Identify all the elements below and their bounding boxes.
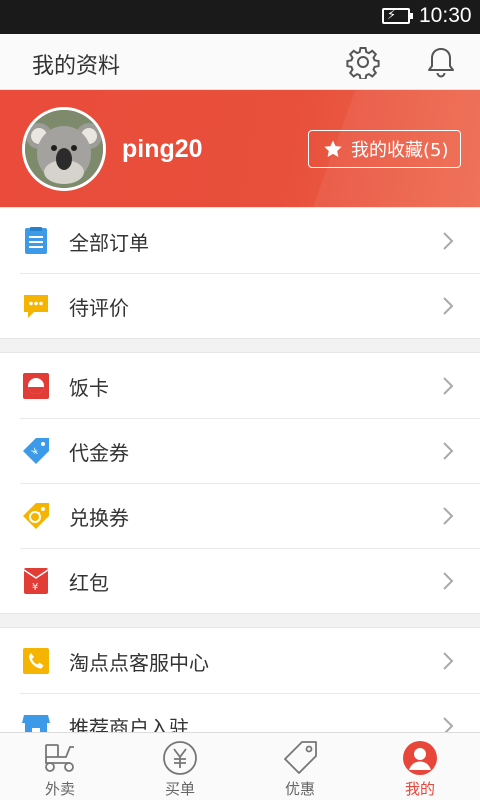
menu-item-pending-reviews[interactable]: 待评价	[0, 273, 480, 338]
yuan-icon	[163, 741, 197, 775]
menu-item-label: 待评价	[69, 296, 129, 320]
menu-item-label: 代金券	[69, 441, 129, 465]
order-list-icon	[25, 227, 47, 254]
screen: ⚡ 10:30 我的资料 ping20 我的收藏(5) 全部订单 待评价 饭卡 …	[0, 0, 480, 800]
tab-takeout[interactable]: 外卖	[0, 733, 120, 800]
tag-icon	[284, 741, 317, 774]
chevron-right-icon	[443, 377, 454, 395]
tab-mine[interactable]: 我的	[360, 733, 480, 800]
settings-button[interactable]	[343, 42, 383, 82]
user-icon	[403, 741, 437, 775]
gear-icon	[346, 47, 380, 79]
battery-charging-icon: ⚡	[382, 8, 413, 24]
comment-bubble-icon	[24, 295, 48, 318]
bottom-tab-bar: 外卖 买单 优惠 我的	[0, 732, 480, 800]
menu-group-orders: 全部订单 待评价	[0, 207, 480, 339]
meal-card-icon	[23, 373, 49, 399]
coupon-tag-icon: ¥	[23, 438, 49, 464]
page-title: 我的资料	[32, 54, 121, 79]
phone-icon	[23, 648, 49, 674]
exchange-tag-icon	[23, 503, 49, 529]
menu-group-wallet: 饭卡 ¥ 代金券 兑换券 ¥ 红包	[0, 352, 480, 614]
chevron-right-icon	[443, 297, 454, 315]
menu-item-red-envelope[interactable]: ¥ 红包	[0, 548, 480, 613]
menu-item-label: 淘点点客服中心	[69, 651, 209, 675]
menu-item-all-orders[interactable]: 全部订单	[0, 208, 480, 273]
favorites-button[interactable]: 我的收藏(5)	[308, 130, 461, 168]
menu-item-customer-service[interactable]: 淘点点客服中心	[0, 628, 480, 693]
tab-label: 我的	[404, 780, 435, 798]
menu-item-coupons[interactable]: ¥ 代金券	[0, 418, 480, 483]
chevron-right-icon	[443, 507, 454, 525]
username: ping20	[122, 135, 203, 163]
scooter-icon	[45, 744, 74, 772]
menu-item-label: 兑换券	[69, 506, 129, 530]
tab-deals[interactable]: 优惠	[240, 733, 360, 800]
notifications-button[interactable]	[421, 42, 461, 82]
svg-text:¥: ¥	[32, 582, 38, 593]
bell-icon	[428, 48, 454, 78]
menu-item-label: 全部订单	[69, 231, 149, 255]
tab-pay-bill[interactable]: 买单	[120, 733, 240, 800]
koala-avatar	[25, 110, 103, 188]
tab-label: 优惠	[284, 780, 315, 798]
avatar[interactable]	[22, 107, 106, 191]
menu-item-label: 饭卡	[69, 376, 109, 400]
chevron-right-icon	[443, 442, 454, 460]
profile-banner: ping20 我的收藏(5)	[0, 90, 480, 208]
header: 我的资料	[0, 34, 480, 90]
chevron-right-icon	[443, 572, 454, 590]
chevron-right-icon	[443, 232, 454, 250]
favorites-label: 我的收藏(5)	[351, 140, 449, 161]
chevron-right-icon	[443, 652, 454, 670]
status-time: 10:30	[419, 4, 472, 27]
menu-item-meal-card[interactable]: 饭卡	[0, 353, 480, 418]
menu-item-label: 红包	[69, 571, 109, 595]
menu-item-exchange-vouchers[interactable]: 兑换券	[0, 483, 480, 548]
tab-label: 买单	[164, 780, 195, 798]
red-envelope-icon: ¥	[23, 568, 49, 594]
tab-label: 外卖	[44, 780, 75, 798]
star-icon	[324, 140, 342, 157]
status-bar: ⚡ 10:30	[0, 0, 480, 34]
